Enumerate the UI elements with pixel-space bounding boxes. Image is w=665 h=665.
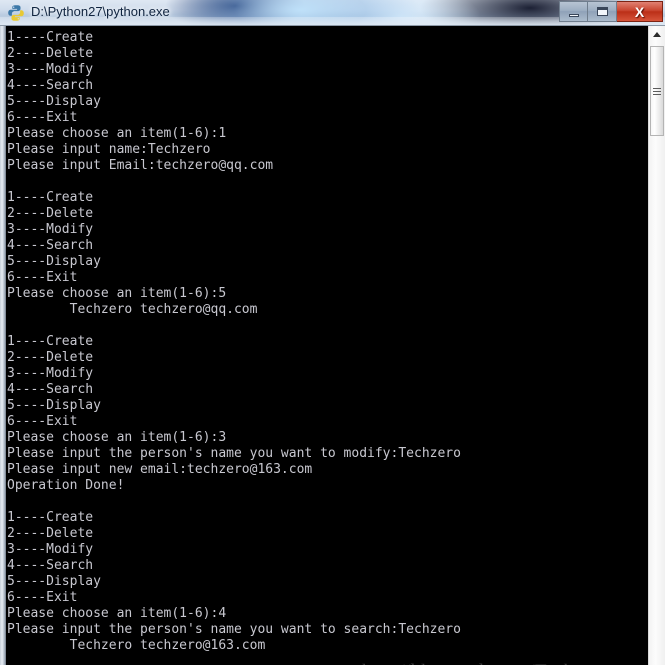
maximize-restore-button[interactable] xyxy=(588,1,617,22)
scrollbar-thumb[interactable] xyxy=(650,46,664,136)
vertical-scrollbar[interactable] xyxy=(648,26,665,665)
console-text: 1----Create 2----Delete 3----Modify 4---… xyxy=(7,30,461,653)
grip-lines-icon xyxy=(653,87,661,95)
window-title: D:\Python27\python.exe xyxy=(31,4,170,19)
close-button[interactable]: X xyxy=(617,1,663,22)
window-controls: X xyxy=(559,1,663,22)
restore-icon xyxy=(596,7,608,16)
console-output-area[interactable]: 1----Create 2----Delete 3----Modify 4---… xyxy=(6,26,648,665)
python-logo-icon xyxy=(7,4,25,22)
minimize-icon xyxy=(568,13,579,17)
console-window: D:\Python27\python.exe X 1----Create 2--… xyxy=(0,0,665,665)
window-titlebar[interactable]: D:\Python27\python.exe X xyxy=(0,0,665,26)
blog-watermark: http://blog. csdn. net/Techzero xyxy=(362,661,608,665)
close-icon: X xyxy=(634,3,645,20)
triangle-up-icon xyxy=(653,32,661,37)
scroll-up-button[interactable] xyxy=(649,26,665,43)
minimize-button[interactable] xyxy=(559,1,588,22)
